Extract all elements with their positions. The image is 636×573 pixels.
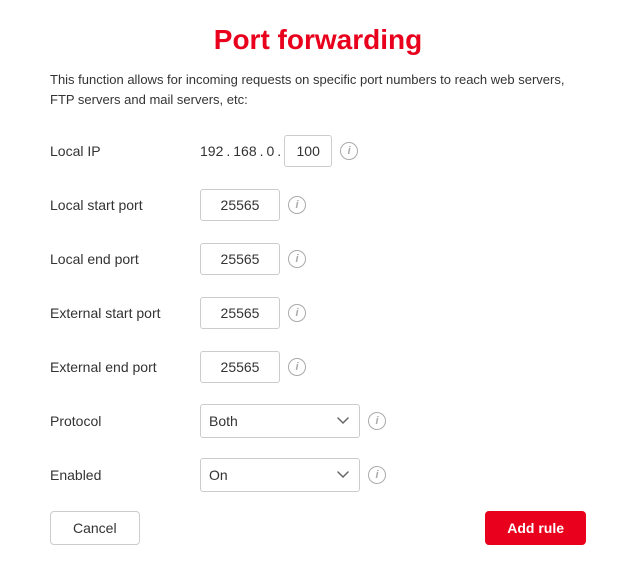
enabled-select[interactable]: On Off bbox=[200, 458, 360, 492]
external-start-port-label: External start port bbox=[50, 305, 200, 321]
local-ip-control: 192 . 168 . 0 . i bbox=[200, 135, 358, 167]
ip-last-octet-input[interactable] bbox=[284, 135, 332, 167]
external-start-port-info-icon[interactable]: i bbox=[288, 304, 306, 322]
port-forwarding-dialog: Port forwarding This function allows for… bbox=[18, 0, 618, 573]
protocol-control: Both TCP UDP i bbox=[200, 404, 386, 438]
external-end-port-info-icon[interactable]: i bbox=[288, 358, 306, 376]
protocol-info-icon[interactable]: i bbox=[368, 412, 386, 430]
local-ip-label: Local IP bbox=[50, 143, 200, 159]
enabled-control: On Off i bbox=[200, 458, 386, 492]
footer: Cancel Add rule bbox=[50, 511, 586, 545]
external-end-port-label: External end port bbox=[50, 359, 200, 375]
local-ip-row: Local IP 192 . 168 . 0 . i bbox=[50, 133, 586, 169]
enabled-row: Enabled On Off i bbox=[50, 457, 586, 493]
ip-part-3: 0 bbox=[267, 143, 275, 159]
local-start-port-label: Local start port bbox=[50, 197, 200, 213]
page-title: Port forwarding bbox=[50, 24, 586, 56]
protocol-row: Protocol Both TCP UDP i bbox=[50, 403, 586, 439]
local-end-port-label: Local end port bbox=[50, 251, 200, 267]
add-rule-button[interactable]: Add rule bbox=[485, 511, 586, 545]
page-description: This function allows for incoming reques… bbox=[50, 70, 586, 109]
local-start-port-control: i bbox=[200, 189, 306, 221]
external-end-port-row: External end port i bbox=[50, 349, 586, 385]
external-start-port-row: External start port i bbox=[50, 295, 586, 331]
local-end-port-row: Local end port i bbox=[50, 241, 586, 277]
local-ip-info-icon[interactable]: i bbox=[340, 142, 358, 160]
local-end-port-input[interactable] bbox=[200, 243, 280, 275]
enabled-label: Enabled bbox=[50, 467, 200, 483]
local-end-port-control: i bbox=[200, 243, 306, 275]
ip-part-1: 192 bbox=[200, 143, 223, 159]
external-start-port-control: i bbox=[200, 297, 306, 329]
local-start-port-input[interactable] bbox=[200, 189, 280, 221]
external-start-port-input[interactable] bbox=[200, 297, 280, 329]
external-end-port-control: i bbox=[200, 351, 306, 383]
local-start-port-info-icon[interactable]: i bbox=[288, 196, 306, 214]
cancel-button[interactable]: Cancel bbox=[50, 511, 140, 545]
protocol-label: Protocol bbox=[50, 413, 200, 429]
local-start-port-row: Local start port i bbox=[50, 187, 586, 223]
external-end-port-input[interactable] bbox=[200, 351, 280, 383]
protocol-select[interactable]: Both TCP UDP bbox=[200, 404, 360, 438]
ip-part-2: 168 bbox=[233, 143, 256, 159]
enabled-info-icon[interactable]: i bbox=[368, 466, 386, 484]
local-end-port-info-icon[interactable]: i bbox=[288, 250, 306, 268]
ip-group: 192 . 168 . 0 . bbox=[200, 135, 332, 167]
